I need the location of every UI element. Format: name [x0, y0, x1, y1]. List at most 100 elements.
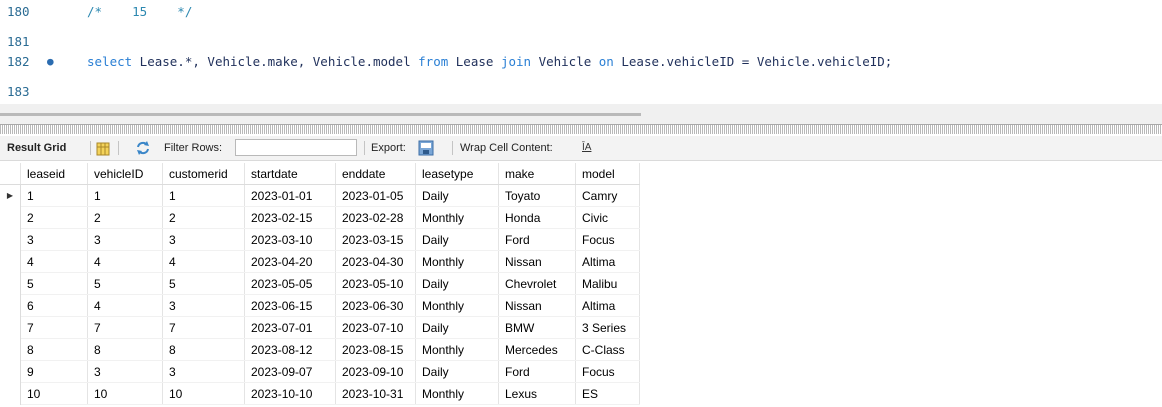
table-cell[interactable]: 2 — [20, 206, 88, 229]
table-cell[interactable]: Ford — [498, 360, 576, 383]
row-indicator[interactable] — [0, 338, 21, 361]
table-cell[interactable]: 2023-07-10 — [335, 316, 416, 339]
column-header-7[interactable]: model — [575, 163, 640, 185]
table-cell[interactable]: Daily — [415, 228, 499, 251]
editor-line[interactable]: 180 /* 15 */ — [0, 1, 1162, 23]
editor-line[interactable]: 182 ● select Lease.*, Vehicle.make, Vehicl… — [0, 51, 1162, 73]
table-cell[interactable]: 2023-08-15 — [335, 338, 416, 361]
table-cell[interactable]: 2023-06-30 — [335, 294, 416, 317]
row-indicator[interactable] — [0, 360, 21, 383]
table-row[interactable]: 3 3 3 2023-03-10 2023-03-15 Daily Ford Focus — [0, 228, 640, 251]
table-cell[interactable]: C-Class — [575, 338, 640, 361]
table-cell[interactable]: Chevrolet — [498, 272, 576, 295]
sql-editor[interactable]: 180 /* 15 */ 181 182 ● select Lease.*, Vehicl… — [0, 0, 1162, 104]
table-row[interactable]: 7 7 7 2023-07-01 2023-07-10 Daily BMW 3 Series — [0, 316, 640, 339]
scrollbar-thumb[interactable] — [0, 113, 641, 116]
table-cell[interactable]: Focus — [575, 228, 640, 251]
table-cell[interactable]: 8 — [87, 338, 163, 361]
table-cell[interactable]: 5 — [162, 272, 245, 295]
table-cell[interactable]: 2023-01-05 — [335, 184, 416, 207]
table-cell[interactable]: 2023-09-07 — [244, 360, 336, 383]
row-indicator[interactable] — [0, 272, 21, 295]
table-cell[interactable]: 2023-04-20 — [244, 250, 336, 273]
column-header-3[interactable]: startdate — [244, 163, 336, 185]
table-cell[interactable]: 3 — [162, 360, 245, 383]
table-cell[interactable]: Nissan — [498, 294, 576, 317]
table-cell[interactable]: 2023-09-10 — [335, 360, 416, 383]
table-cell[interactable]: 9 — [20, 360, 88, 383]
table-row[interactable]: ▶ 1 1 1 2023-01-01 2023-01-05 Daily Toyato Camry — [0, 184, 640, 207]
table-cell[interactable]: Monthly — [415, 206, 499, 229]
table-cell[interactable]: 4 — [87, 250, 163, 273]
table-cell[interactable]: 2023-05-05 — [244, 272, 336, 295]
table-cell[interactable]: Altima — [575, 294, 640, 317]
row-indicator[interactable] — [0, 316, 21, 339]
table-row[interactable]: 10 10 10 2023-10-10 2023-10-31 Monthly Lexus ES — [0, 382, 640, 405]
table-cell[interactable]: Daily — [415, 272, 499, 295]
table-cell[interactable]: 2023-01-01 — [244, 184, 336, 207]
table-cell[interactable]: 3 — [162, 228, 245, 251]
table-row[interactable]: 9 3 3 2023-09-07 2023-09-10 Daily Ford Focus — [0, 360, 640, 383]
column-header-6[interactable]: make — [498, 163, 576, 185]
table-cell[interactable]: Daily — [415, 184, 499, 207]
table-cell[interactable]: 1 — [20, 184, 88, 207]
table-cell[interactable]: Monthly — [415, 382, 499, 405]
table-cell[interactable]: 3 — [87, 360, 163, 383]
editor-line[interactable]: 181 — [0, 31, 1162, 53]
table-cell[interactable]: 8 — [20, 338, 88, 361]
table-cell[interactable]: 7 — [20, 316, 88, 339]
table-cell[interactable]: Honda — [498, 206, 576, 229]
code-text[interactable]: select Lease.*, Vehicle.make, Vehicle.mo… — [87, 51, 892, 73]
table-cell[interactable]: 4 — [87, 294, 163, 317]
table-cell[interactable]: 2023-02-28 — [335, 206, 416, 229]
table-cell[interactable]: 2 — [162, 206, 245, 229]
result-grid-tab[interactable]: Result Grid — [7, 136, 66, 160]
column-header-1[interactable]: vehicleID — [87, 163, 163, 185]
column-header-0[interactable]: leaseid — [20, 163, 88, 185]
wrap-cell-content-icon[interactable]: ĪA — [582, 136, 591, 160]
table-cell[interactable]: 10 — [162, 382, 245, 405]
table-cell[interactable]: 3 — [20, 228, 88, 251]
row-indicator[interactable] — [0, 228, 21, 251]
table-cell[interactable]: 2023-02-15 — [244, 206, 336, 229]
table-cell[interactable]: 4 — [162, 250, 245, 273]
table-cell[interactable]: 2023-03-15 — [335, 228, 416, 251]
row-indicator[interactable] — [0, 206, 21, 229]
table-cell[interactable]: 7 — [87, 316, 163, 339]
column-header-5[interactable]: leasetype — [415, 163, 499, 185]
table-cell[interactable]: Monthly — [415, 250, 499, 273]
editor-horizontal-scrollbar[interactable] — [0, 104, 1162, 124]
export-icon[interactable] — [418, 140, 434, 156]
code-text[interactable]: /* 15 */ — [87, 1, 192, 23]
table-cell[interactable]: 10 — [20, 382, 88, 405]
table-cell[interactable]: 1 — [162, 184, 245, 207]
table-cell[interactable]: Toyato — [498, 184, 576, 207]
table-cell[interactable]: Monthly — [415, 338, 499, 361]
column-header-4[interactable]: enddate — [335, 163, 416, 185]
row-indicator[interactable] — [0, 294, 21, 317]
table-cell[interactable]: 2023-10-10 — [244, 382, 336, 405]
current-row-marker-icon[interactable]: ▶ — [0, 184, 21, 207]
table-cell[interactable]: Lexus — [498, 382, 576, 405]
table-cell[interactable]: 3 — [162, 294, 245, 317]
table-cell[interactable]: 2023-03-10 — [244, 228, 336, 251]
table-cell[interactable]: 2023-06-15 — [244, 294, 336, 317]
column-header-2[interactable]: customerid — [162, 163, 245, 185]
refresh-icon[interactable] — [135, 140, 151, 156]
table-row[interactable]: 5 5 5 2023-05-05 2023-05-10 Daily Chevrolet Mal… — [0, 272, 640, 295]
table-row[interactable]: 4 4 4 2023-04-20 2023-04-30 Monthly Nissan Alti… — [0, 250, 640, 273]
table-cell[interactable]: Malibu — [575, 272, 640, 295]
table-cell[interactable]: Civic — [575, 206, 640, 229]
table-cell[interactable]: 5 — [20, 272, 88, 295]
table-cell[interactable]: Mercedes — [498, 338, 576, 361]
editor-line[interactable]: 183 — [0, 81, 1162, 103]
table-cell[interactable]: Altima — [575, 250, 640, 273]
table-cell[interactable]: ES — [575, 382, 640, 405]
table-cell[interactable]: 2 — [87, 206, 163, 229]
table-cell[interactable]: 2023-04-30 — [335, 250, 416, 273]
table-row[interactable]: 6 4 3 2023-06-15 2023-06-30 Monthly Nissan Alti… — [0, 294, 640, 317]
table-cell[interactable]: 2023-05-10 — [335, 272, 416, 295]
table-cell[interactable]: 2023-08-12 — [244, 338, 336, 361]
table-cell[interactable]: Ford — [498, 228, 576, 251]
panel-splitter[interactable] — [0, 124, 1162, 134]
